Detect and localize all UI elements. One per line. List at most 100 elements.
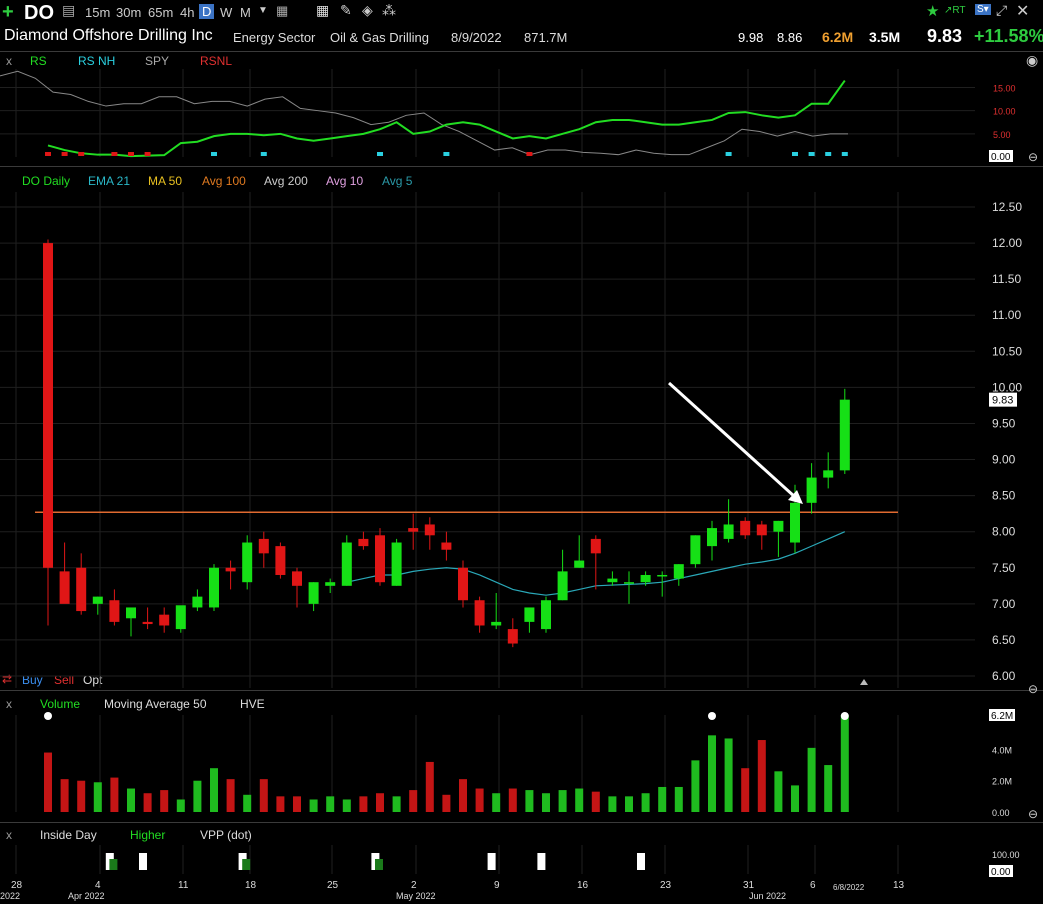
rs-nh-marker bbox=[725, 152, 732, 156]
candle-body bbox=[375, 535, 385, 583]
volume-bar bbox=[459, 779, 467, 812]
volume-bar bbox=[724, 738, 733, 812]
volume-bar bbox=[176, 799, 185, 812]
volume-bar bbox=[741, 768, 750, 812]
price-tick-label: 12.50 bbox=[992, 200, 1022, 214]
candle-body bbox=[408, 528, 419, 532]
volume-bar bbox=[60, 779, 69, 812]
volume-bar bbox=[293, 796, 301, 812]
last-price-pill-text: 9.83 bbox=[992, 395, 1013, 407]
volume-bar bbox=[708, 735, 716, 812]
volume-bar bbox=[774, 771, 783, 812]
inside-day-marker bbox=[139, 853, 147, 870]
candle-body bbox=[391, 542, 402, 586]
inside-tick-label: 100.00 bbox=[992, 850, 1020, 860]
candle-body bbox=[441, 542, 452, 550]
x-tick-label: 2 bbox=[411, 880, 417, 891]
volume-bar bbox=[210, 768, 218, 812]
rsnl-marker bbox=[45, 152, 51, 156]
rs-tick-label: 5.00 bbox=[993, 130, 1011, 140]
rs-nh-marker bbox=[792, 152, 798, 156]
rs-nh-marker bbox=[841, 152, 848, 156]
candle-body bbox=[142, 621, 153, 625]
volume-bar bbox=[757, 740, 766, 812]
volume-bar bbox=[591, 791, 600, 812]
price-tick-label: 10.00 bbox=[992, 380, 1022, 394]
collapse-icon: ⊖ bbox=[1028, 150, 1038, 164]
x-month-label: Jun 2022 bbox=[749, 891, 786, 901]
volume-bar bbox=[259, 779, 268, 812]
volume-bar bbox=[77, 780, 86, 812]
higher-marker bbox=[375, 859, 383, 870]
candle-body bbox=[690, 535, 701, 565]
candle-body bbox=[839, 399, 850, 471]
rs-nh-marker bbox=[211, 152, 217, 156]
x-tick-label: 28 bbox=[11, 880, 23, 891]
x-tick-label: 6 bbox=[810, 880, 816, 891]
price-tick-label: 9.00 bbox=[992, 453, 1016, 467]
volume-bar bbox=[309, 799, 318, 812]
volume-tick-label: 4.0M bbox=[992, 745, 1012, 755]
spy-line bbox=[0, 70, 848, 156]
rs-nh-marker bbox=[260, 152, 267, 156]
rs-nh-marker bbox=[443, 152, 450, 156]
volume-bar bbox=[542, 793, 550, 812]
volume-bar bbox=[93, 782, 102, 812]
price-tick-label: 7.50 bbox=[992, 561, 1016, 575]
candle-body bbox=[109, 600, 120, 622]
candle-body bbox=[607, 578, 618, 583]
rs-line bbox=[47, 79, 846, 158]
volume-bar bbox=[226, 779, 235, 812]
volume-bar bbox=[276, 796, 285, 812]
volume-bar bbox=[392, 796, 401, 812]
volume-bar bbox=[807, 747, 816, 812]
volume-bar bbox=[625, 796, 633, 812]
candle-body bbox=[159, 614, 170, 626]
volume-bar bbox=[326, 796, 335, 812]
x-tick-label: 16 bbox=[577, 880, 589, 891]
candle-body bbox=[225, 567, 236, 572]
candle-body bbox=[474, 600, 485, 626]
volume-bar bbox=[658, 786, 667, 812]
volume-bar bbox=[342, 799, 351, 812]
candle-body bbox=[806, 477, 817, 503]
price-tick-label: 12.00 bbox=[992, 236, 1022, 250]
volume-bar bbox=[558, 790, 567, 812]
higher-marker bbox=[109, 859, 118, 870]
price-tick-label: 11.00 bbox=[992, 308, 1021, 322]
candle-body bbox=[773, 520, 784, 532]
candle-body bbox=[126, 607, 136, 619]
candle-body bbox=[275, 546, 286, 575]
volume-bar bbox=[641, 793, 650, 812]
annotation-arrow bbox=[667, 381, 797, 499]
volume-bar bbox=[674, 786, 683, 812]
candle-body bbox=[723, 524, 734, 539]
candle-body bbox=[209, 567, 219, 608]
volume-bar bbox=[127, 788, 135, 812]
candle-body bbox=[59, 571, 70, 604]
candle-body bbox=[740, 520, 751, 536]
candle-body bbox=[175, 605, 186, 630]
rsnl-marker bbox=[111, 152, 118, 156]
rs-tick-label: 15.00 bbox=[993, 84, 1016, 94]
x-tick-label: 11 bbox=[178, 880, 189, 891]
candle-body bbox=[707, 528, 717, 547]
price-tick-label: 9.50 bbox=[992, 416, 1016, 430]
volume-bar bbox=[840, 715, 849, 812]
x-tick-label: 9 bbox=[494, 880, 500, 891]
x-tick-label: 18 bbox=[245, 880, 257, 891]
candle-body bbox=[258, 538, 269, 554]
inside-tick-label: 0.00 bbox=[991, 867, 1011, 878]
candle-body bbox=[43, 243, 53, 568]
candle-body bbox=[590, 538, 601, 554]
hve-dot bbox=[708, 712, 716, 720]
volume-bar bbox=[44, 752, 52, 812]
candle-body bbox=[491, 621, 502, 626]
candle-body bbox=[507, 629, 518, 644]
volume-bar bbox=[575, 788, 584, 812]
inside-day-marker bbox=[487, 853, 496, 870]
candle-body bbox=[823, 470, 834, 478]
rs-nh-marker bbox=[808, 152, 815, 156]
chart-canvas[interactable]: 6.00 6.50 7.00 7.50 8.00 8.50 9.00 9.50 10.00 10.… bbox=[0, 0, 1043, 904]
candle-body bbox=[192, 596, 203, 608]
